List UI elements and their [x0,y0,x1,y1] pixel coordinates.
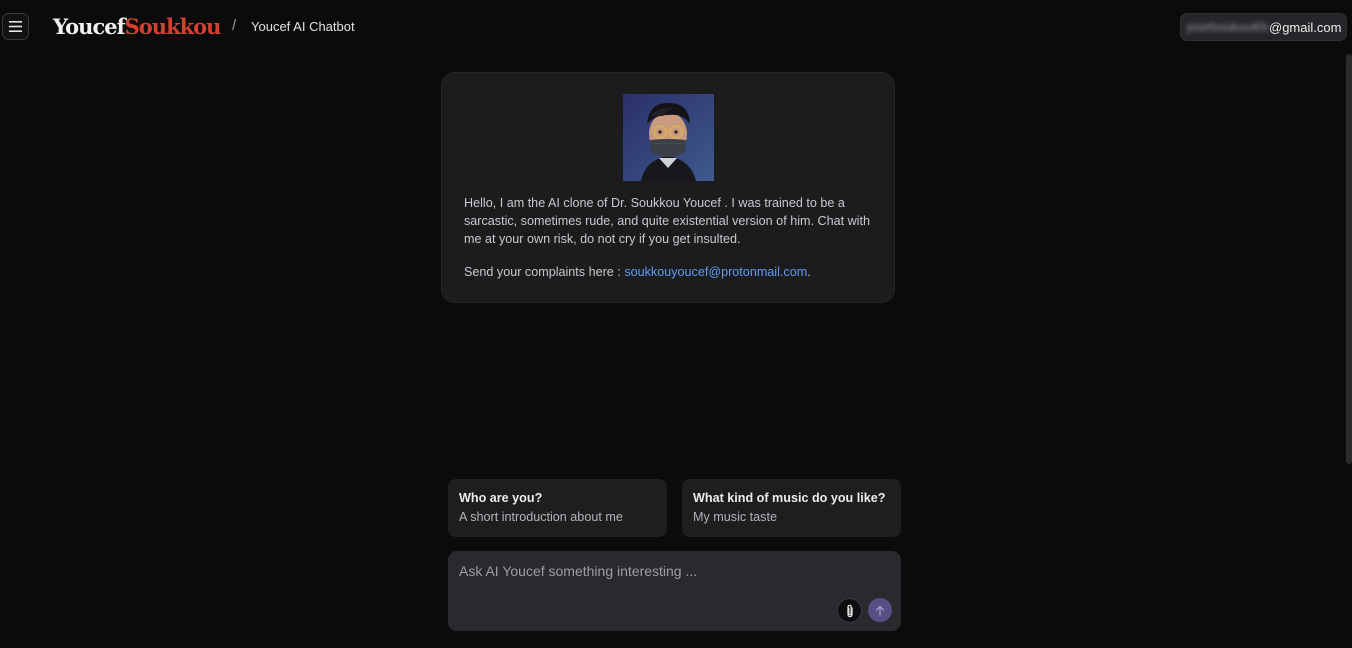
logo-last-name: Soukkou [124,14,222,39]
suggestion-title: Who are you? [459,491,543,505]
page-title: Youcef AI Chatbot [251,19,355,34]
suggestion-subtitle: My music taste [693,510,777,524]
menu-button[interactable] [2,13,29,40]
user-email-domain: @gmail.com [1269,19,1342,35]
paperclip-icon [846,604,853,617]
chat-composer [448,551,901,631]
suggestion-title: What kind of music do you like? [693,491,886,505]
avatar [623,94,714,181]
complaints-email-link[interactable]: soukkouyoucef@protonmail.com [624,265,807,279]
suggestion-subtitle: A short introduction about me [459,510,623,524]
intro-card: Hello, I am the AI clone of Dr. Soukkou … [441,72,895,303]
suggestion-who-are-you[interactable]: Who are you? A short introduction about … [448,479,667,537]
complaints-suffix: . [807,265,811,279]
send-button[interactable] [868,598,892,622]
arrow-up-icon [875,605,885,616]
hamburger-menu-icon [9,21,22,32]
suggestion-music-taste[interactable]: What kind of music do you like? My music… [682,479,901,537]
attach-button[interactable] [837,598,862,623]
breadcrumb-separator: / [232,17,237,34]
top-bar: YoucefSoukkou / Youcef AI Chatbot josefs… [0,0,1352,54]
user-email-redacted: josefsoukou40c [1187,20,1269,34]
site-logo[interactable]: YoucefSoukkou [53,13,222,41]
complaints-prefix: Send your complaints here : [464,265,625,279]
user-account-button[interactable]: josefsoukou40c @gmail.com [1180,13,1347,41]
intro-message: Hello, I am the AI clone of Dr. Soukkou … [464,196,870,246]
chat-input[interactable] [459,560,879,582]
scrollbar[interactable] [1346,54,1352,464]
logo-first-name: Youcef [53,14,126,39]
complaints-line: Send your complaints here : soukkouyouce… [464,263,874,281]
